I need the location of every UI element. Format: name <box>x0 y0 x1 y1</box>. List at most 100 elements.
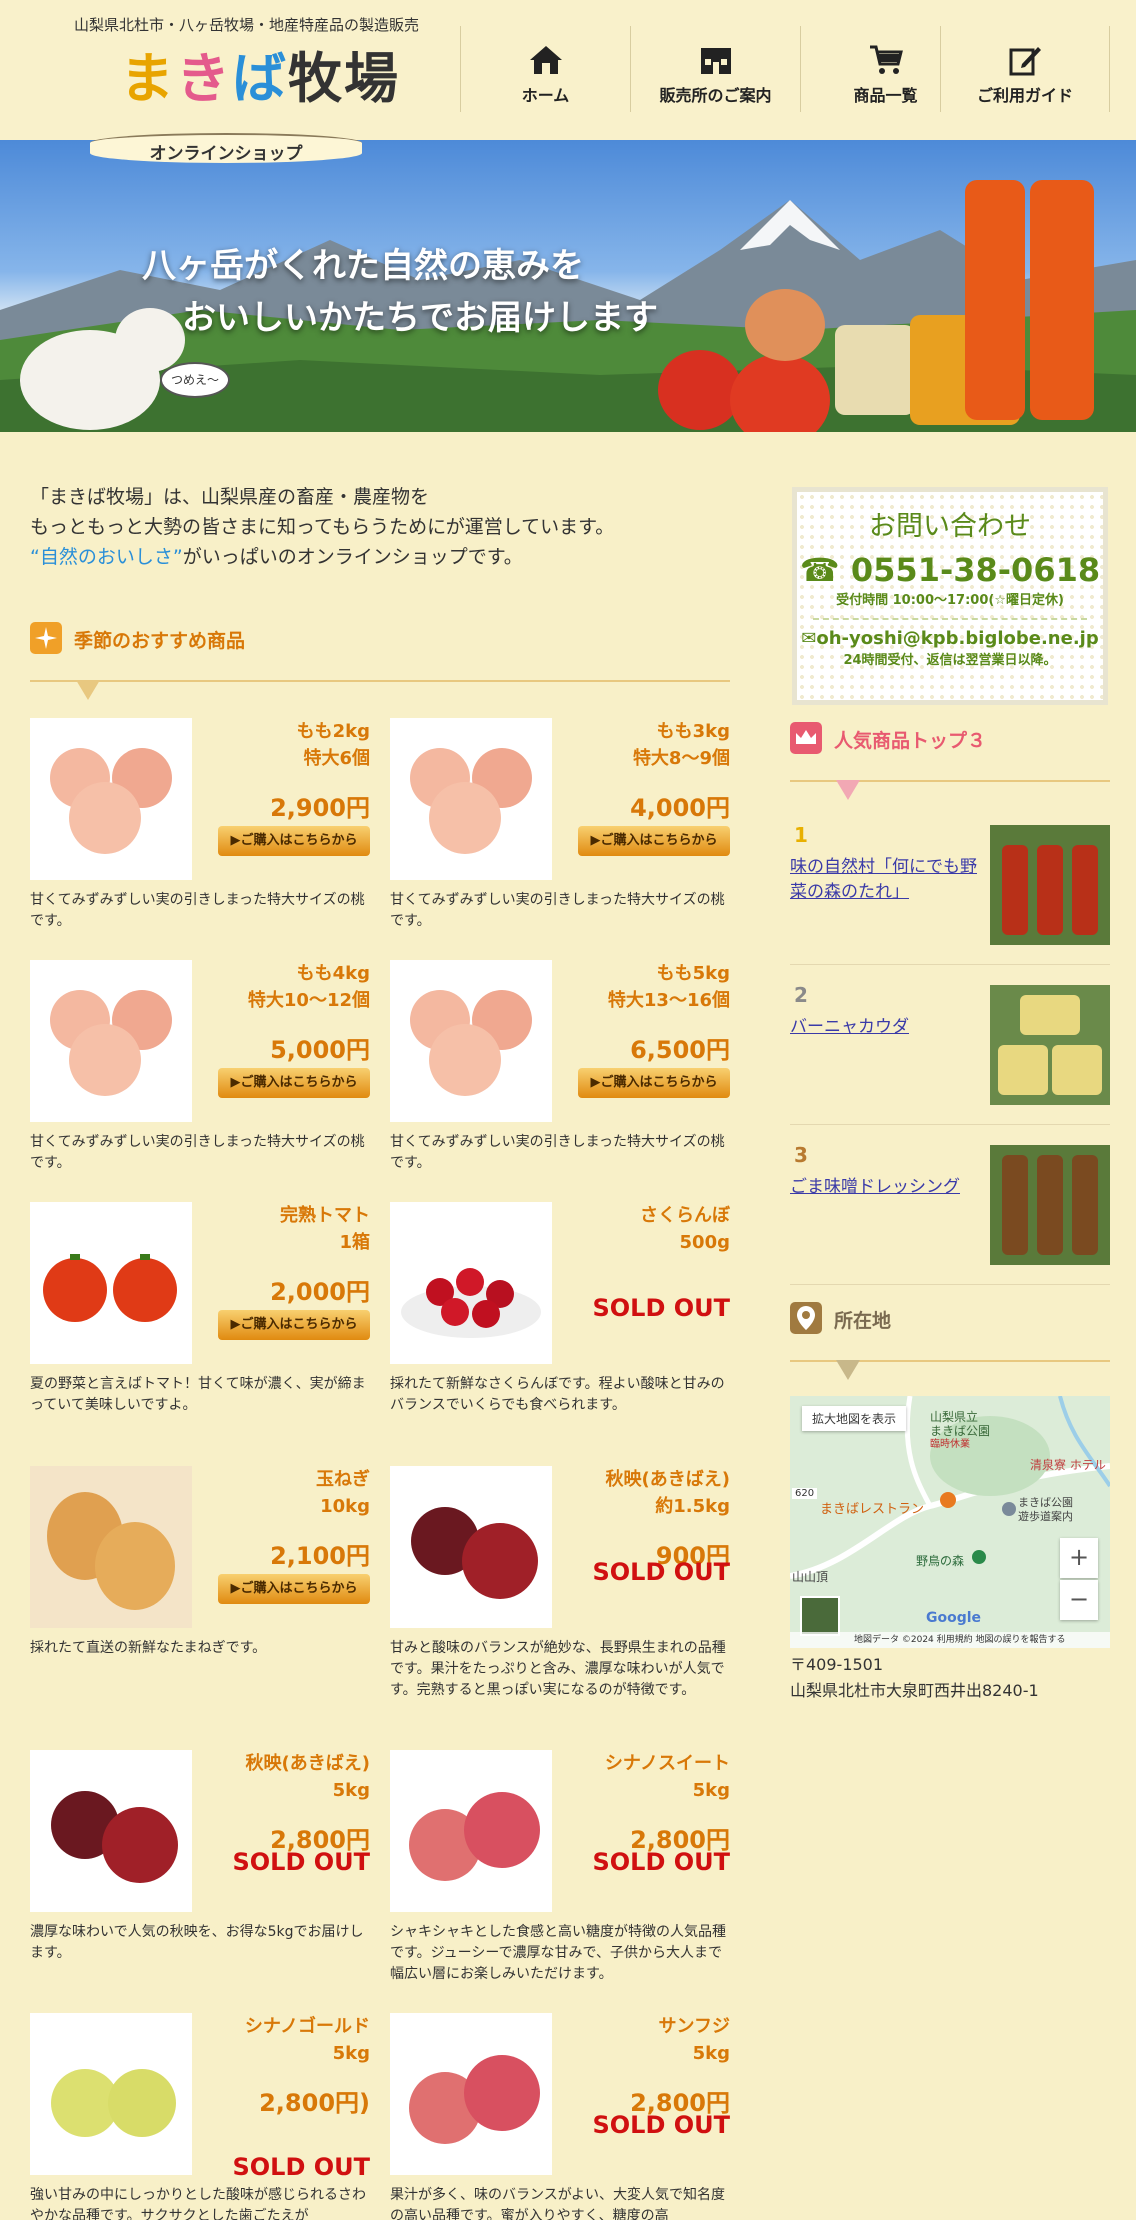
product-thumbnail[interactable] <box>990 825 1110 945</box>
email-note: 24時間受付、返信は翌営業日以降。 <box>843 653 1057 668</box>
ranking-link[interactable]: 味の自然村「何にでも野菜の森のたれ」 <box>790 855 990 905</box>
product-name: 完熟トマト 1箱 <box>280 1202 370 1256</box>
product-size: 特大8～9個 <box>632 748 730 769</box>
map-type-toggle[interactable] <box>800 1596 840 1636</box>
hero-line-2: おいしいかたちでお届けします <box>182 298 658 338</box>
product-name: 玉ねぎ 10kg <box>316 1466 370 1520</box>
map-enlarge-button[interactable]: 拡大地図を表示 <box>802 1406 907 1431</box>
buy-button[interactable]: ▶ご購入はこちらから <box>218 826 370 856</box>
info-marker-icon[interactable] <box>1002 1502 1016 1516</box>
map-label-text: まきば公園 <box>930 1424 991 1438</box>
seasonal-section-heading: 季節のおすすめ商品 <box>30 622 730 700</box>
rank-3-medal-icon: 3 <box>794 1143 808 1167</box>
google-logo: Google <box>926 1610 982 1626</box>
intro-line-rest: がいっぱいのオンラインショップです。 <box>182 546 523 568</box>
product-name-line: 完熟トマト <box>280 1205 370 1226</box>
product-name: もも3kg 特大8～9個 <box>633 718 730 772</box>
product-description: 甘みと酸味のバランスが絶妙な、長野県生まれの品種です。果汁をたっぷりと含み、濃厚… <box>390 1640 726 1698</box>
park-marker-icon[interactable] <box>972 1550 986 1564</box>
product-thumbnail[interactable] <box>990 1145 1110 1265</box>
map-label-text: まきば公園 <box>1018 1496 1073 1509</box>
product-image[interactable] <box>30 2013 192 2175</box>
product-image[interactable] <box>30 718 192 880</box>
product-image[interactable] <box>390 2013 552 2175</box>
product-name: 秋映(あきばえ) 約1.5kg <box>606 1466 730 1520</box>
product-image[interactable] <box>30 960 192 1122</box>
product-size: 特大6個 <box>303 748 370 769</box>
buy-button[interactable]: ▶ご購入はこちらから <box>218 1574 370 1604</box>
site-logo[interactable]: まきば牧場 <box>120 34 400 113</box>
ranking-link[interactable]: ごま味噌ドレッシング <box>790 1175 990 1200</box>
sold-out-label: SOLD OUT <box>592 1848 730 1876</box>
hero-banner: 八ヶ岳がくれた自然の恵みを おいしいかたちでお届けします つめえ～ <box>0 140 1136 432</box>
intro-line: もっともっと大勢の皆さまに知ってもらうためにが運営しています。 <box>30 516 615 538</box>
goat-speech-bubble: つめえ～ <box>160 362 230 398</box>
nav-item-guide[interactable]: ご利用ガイド <box>940 26 1110 112</box>
zoom-out-button[interactable]: − <box>1060 1580 1098 1620</box>
phone-icon: ☎ <box>799 551 840 589</box>
zoom-in-button[interactable]: + <box>1060 1538 1098 1578</box>
chevron-right-icon: ▶ <box>230 1075 241 1090</box>
map-footer-link[interactable]: 地図の誤りを報告する <box>976 1635 1066 1645</box>
buy-button[interactable]: ▶ご購入はこちらから <box>218 1068 370 1098</box>
street-address: 山梨県北杜市大泉町西井出8240-1 <box>790 1681 1039 1700</box>
ranking-link[interactable]: バーニャカウダ <box>790 1015 990 1040</box>
buy-button[interactable]: ▶ご購入はこちらから <box>578 826 730 856</box>
sparkle-icon <box>30 622 62 654</box>
product-description: 採れたて直送の新鮮なたまねぎです。 <box>30 1640 267 1656</box>
product-price: 6,500円 <box>630 1036 730 1064</box>
map-label-text: 臨時休業 <box>930 1439 970 1450</box>
product-image[interactable] <box>30 1466 192 1628</box>
site-header: 山梨県北杜市・八ヶ岳牧場・地産特産品の製造販売 まきば牧場 ホーム 販売所のご案… <box>0 0 1136 140</box>
product-image[interactable] <box>30 1750 192 1912</box>
nav-label: ホーム <box>521 86 570 105</box>
product-image[interactable] <box>390 960 552 1122</box>
rank-1-medal-icon: 1 <box>794 823 808 847</box>
ranking-section-heading: 人気商品トップ３ <box>790 722 1110 800</box>
chevron-right-icon: ▶ <box>230 833 241 848</box>
product-card: もも4kg 特大10～12個 5,000円 ▶ご購入はこちらから 甘くてみずみずしい実の… <box>30 960 370 1180</box>
heading-notch <box>76 680 100 700</box>
logo-char: き <box>176 46 232 110</box>
product-image[interactable] <box>390 718 552 880</box>
sold-out-label: SOLD OUT <box>232 2153 370 2181</box>
buy-button-label: ご購入はこちらから <box>600 1075 718 1090</box>
logo-subtitle: オンラインショップ <box>90 133 362 164</box>
product-card: もも5kg 特大13～16個 6,500円 ▶ご購入はこちらから 甘くてみずみずしい実の… <box>390 960 730 1180</box>
chevron-right-icon: ▶ <box>590 1075 601 1090</box>
product-card: 秋映(あきばえ) 5kg 2,800円 SOLD OUT 濃厚な味わいで人気の秋映を、お… <box>30 1750 370 1970</box>
product-description: 甘くてみずみずしい実の引きしまった特大サイズの桃です。 <box>30 1134 365 1171</box>
buy-button[interactable]: ▶ご購入はこちらから <box>578 1068 730 1098</box>
map-footer-text: 地図データ ©2024 <box>854 1635 934 1645</box>
contact-box: お問い合わせ ☎ 0551-38-0618 受付時間 10:00～17:00(☆… <box>792 487 1108 705</box>
store-icon <box>700 48 731 74</box>
nav-item-home[interactable]: ホーム <box>460 26 630 112</box>
product-description: 夏の野菜と言えばトマト！甘くて味が濃く、実が締まっていて美味しいですよ。 <box>30 1376 366 1413</box>
product-card: シナノスイート 5kg 2,800円 SOLD OUT シャキシャキとした食感と高い糖度… <box>390 1750 730 1982</box>
product-card: もも3kg 特大8～9個 4,000円 ▶ご購入はこちらから 甘くてみずみずしい実の引き… <box>390 718 730 938</box>
map-footer-link[interactable]: 利用規約 <box>937 1635 973 1645</box>
contact-email[interactable]: ✉oh-yoshi@kpb.biglobe.ne.jp <box>797 628 1103 649</box>
edit-guide-icon <box>1009 47 1041 76</box>
product-image[interactable] <box>390 1466 552 1628</box>
product-image[interactable] <box>390 1202 552 1364</box>
product-name-line: シナノスイート <box>604 1753 730 1774</box>
product-card: 玉ねぎ 10kg 2,100円 ▶ご購入はこちらから 採れたて直送の新鮮なたまねぎです。 <box>30 1466 370 1686</box>
nav-item-store[interactable]: 販売所のご案内 <box>630 26 800 112</box>
map-label-text: 遊歩道案内 <box>1018 1510 1073 1523</box>
restaurant-marker-icon[interactable] <box>940 1492 956 1508</box>
product-thumbnail[interactable] <box>990 985 1110 1105</box>
contact-phone[interactable]: ☎ 0551-38-0618 <box>797 551 1103 589</box>
product-size: 500g <box>679 1232 730 1253</box>
product-card: もも2kg 特大6個 2,900円 ▶ご購入はこちらから 甘くてみずみずしい実の引きしま… <box>30 718 370 938</box>
product-image[interactable] <box>30 1202 192 1364</box>
google-map[interactable]: 拡大地図を表示 山梨県立 まきば公園 臨時休業 清泉寮 ホテル まきばレストラン ま… <box>790 1396 1110 1648</box>
product-size: 5kg <box>332 1780 370 1801</box>
product-image[interactable] <box>390 1750 552 1912</box>
cart-icon <box>869 45 903 74</box>
buy-button[interactable]: ▶ご購入はこちらから <box>218 1310 370 1340</box>
section-title: 所在地 <box>834 1310 892 1332</box>
home-icon <box>529 46 562 74</box>
product-name-line: 秋映(あきばえ) <box>245 1753 370 1774</box>
product-size: 特大13～16個 <box>607 990 730 1011</box>
